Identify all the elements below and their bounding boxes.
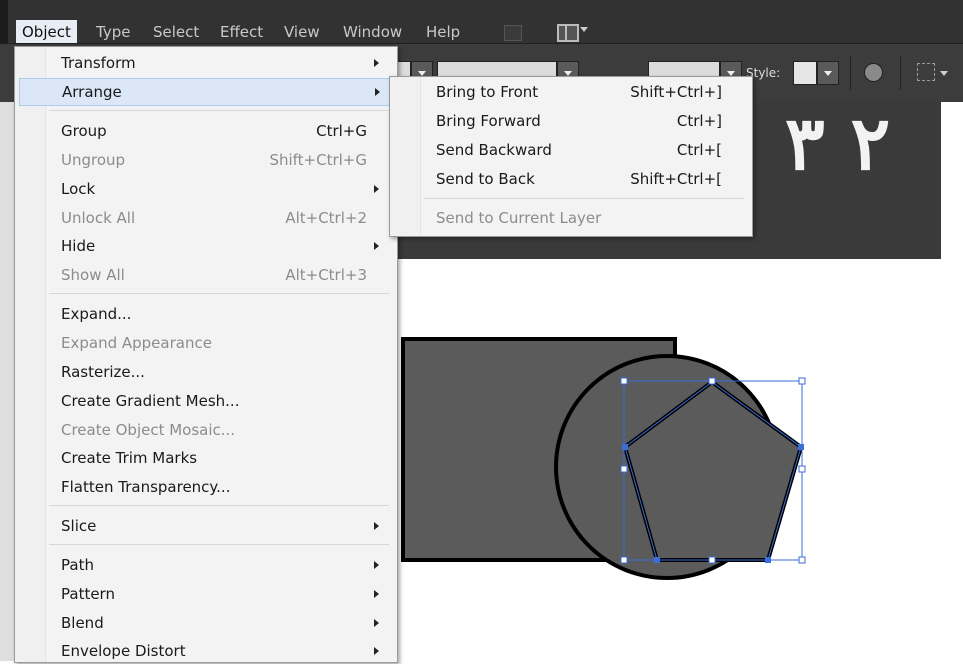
menu-item-label: Hide bbox=[61, 237, 96, 255]
menu-item-path[interactable]: Path bbox=[19, 552, 391, 578]
menu-item-shortcut: Ctrl+[ bbox=[676, 141, 722, 159]
menu-item-shortcut: Ctrl+] bbox=[676, 112, 722, 130]
menu-item-label: Bring Forward bbox=[436, 112, 541, 130]
submenu-item-send-backward[interactable]: Send Backward Ctrl+[ bbox=[394, 137, 748, 163]
anchor-point bbox=[765, 557, 771, 563]
menu-separator bbox=[49, 505, 389, 506]
menu-separator bbox=[49, 293, 389, 294]
menu-item-label: Blend bbox=[61, 614, 104, 632]
handle-top-left bbox=[620, 377, 628, 385]
menu-item-label: Unlock All bbox=[61, 209, 136, 227]
handle-top bbox=[708, 377, 716, 385]
menu-item-expand-appearance[interactable]: Expand Appearance bbox=[19, 330, 391, 356]
menu-item-label: Expand... bbox=[61, 305, 132, 323]
menu-separator bbox=[424, 198, 744, 199]
menu-item-slice[interactable]: Slice bbox=[19, 513, 391, 539]
submenu-arrow-icon bbox=[375, 88, 380, 96]
menu-item-label: Send Backward bbox=[436, 141, 552, 159]
menu-item-label: Send to Back bbox=[436, 170, 535, 188]
menu-separator bbox=[49, 110, 389, 111]
submenu-arrow-icon bbox=[374, 619, 379, 627]
submenu-arrow-icon bbox=[374, 59, 379, 67]
submenu-arrow-icon bbox=[374, 522, 379, 530]
menu-item-label: Create Gradient Mesh... bbox=[61, 392, 240, 410]
arrange-submenu: Bring to Front Shift+Ctrl+] Bring Forward… bbox=[389, 76, 753, 237]
menu-item-label: Arrange bbox=[62, 83, 122, 101]
submenu-arrow-icon bbox=[374, 561, 379, 569]
menu-item-group[interactable]: Group Ctrl+G bbox=[19, 118, 391, 144]
menu-item-show-all[interactable]: Show All Alt+Ctrl+3 bbox=[19, 262, 391, 288]
handle-bottom-left bbox=[620, 556, 628, 564]
anchor-point bbox=[654, 557, 660, 563]
handle-top-right bbox=[798, 377, 806, 385]
menu-item-shortcut: Shift+Ctrl+G bbox=[269, 151, 367, 169]
submenu-arrow-icon bbox=[374, 590, 379, 598]
menu-item-pattern[interactable]: Pattern bbox=[19, 581, 391, 607]
submenu-arrow-icon bbox=[374, 185, 379, 193]
menu-item-label: Create Object Mosaic... bbox=[61, 421, 236, 439]
menu-item-ungroup[interactable]: Ungroup Shift+Ctrl+G bbox=[19, 147, 391, 173]
menu-item-label: Lock bbox=[61, 180, 96, 198]
menu-item-envelope-distort[interactable]: Envelope Distort bbox=[19, 638, 391, 664]
menu-item-label: Bring to Front bbox=[436, 83, 539, 101]
menu-item-label: Ungroup bbox=[61, 151, 126, 169]
menu-item-hide[interactable]: Hide bbox=[19, 233, 391, 259]
menu-item-label: Send to Current Layer bbox=[436, 209, 602, 227]
anchor-point bbox=[622, 444, 628, 450]
submenu-item-bring-to-front[interactable]: Bring to Front Shift+Ctrl+] bbox=[394, 79, 748, 105]
submenu-item-send-to-current-layer[interactable]: Send to Current Layer bbox=[394, 205, 748, 231]
submenu-arrow-icon bbox=[374, 242, 379, 250]
handle-right bbox=[798, 465, 806, 473]
object-menu: Transform Arrange Group Ctrl+G Ungroup Shi… bbox=[14, 46, 398, 663]
menu-item-shortcut: Alt+Ctrl+2 bbox=[285, 209, 367, 227]
menu-item-create-object-mosaic[interactable]: Create Object Mosaic... bbox=[19, 417, 391, 443]
menu-item-flatten-transparency[interactable]: Flatten Transparency... bbox=[19, 474, 391, 500]
menu-item-blend[interactable]: Blend bbox=[19, 610, 391, 636]
menu-item-label: Create Trim Marks bbox=[61, 449, 198, 467]
menu-item-rasterize[interactable]: Rasterize... bbox=[19, 359, 391, 385]
menu-item-shortcut: Ctrl+G bbox=[316, 122, 367, 140]
anchor-point bbox=[798, 444, 804, 450]
submenu-item-send-to-back[interactable]: Send to Back Shift+Ctrl+[ bbox=[394, 166, 748, 192]
menu-item-shortcut: Alt+Ctrl+3 bbox=[285, 266, 367, 284]
menu-item-label: Flatten Transparency... bbox=[61, 478, 231, 496]
menu-item-expand[interactable]: Expand... bbox=[19, 301, 391, 327]
handle-bottom-right bbox=[798, 556, 806, 564]
menu-item-label: Slice bbox=[61, 517, 97, 535]
menu-item-label: Path bbox=[61, 556, 94, 574]
handle-left bbox=[620, 465, 628, 473]
menu-item-shortcut: Shift+Ctrl+] bbox=[630, 83, 722, 101]
menu-item-label: Envelope Distort bbox=[61, 642, 186, 660]
menu-item-unlock-all[interactable]: Unlock All Alt+Ctrl+2 bbox=[19, 205, 391, 231]
menu-item-label: Rasterize... bbox=[61, 363, 145, 381]
menu-item-arrange[interactable]: Arrange bbox=[19, 78, 393, 106]
menu-item-label: Group bbox=[61, 122, 107, 140]
menu-item-label: Pattern bbox=[61, 585, 115, 603]
menu-item-label: Expand Appearance bbox=[61, 334, 212, 352]
menu-item-create-gradient-mesh[interactable]: Create Gradient Mesh... bbox=[19, 388, 391, 414]
handle-bottom bbox=[708, 556, 716, 564]
menu-item-shortcut: Shift+Ctrl+[ bbox=[630, 170, 722, 188]
submenu-item-bring-forward[interactable]: Bring Forward Ctrl+] bbox=[394, 108, 748, 134]
menu-separator bbox=[49, 544, 389, 545]
menu-item-label: Show All bbox=[61, 266, 125, 284]
menu-item-create-trim-marks[interactable]: Create Trim Marks bbox=[19, 445, 391, 471]
submenu-arrow-icon bbox=[374, 647, 379, 655]
menu-item-lock[interactable]: Lock bbox=[19, 176, 391, 202]
menu-item-label: Transform bbox=[61, 54, 136, 72]
menu-item-transform[interactable]: Transform bbox=[19, 50, 391, 76]
